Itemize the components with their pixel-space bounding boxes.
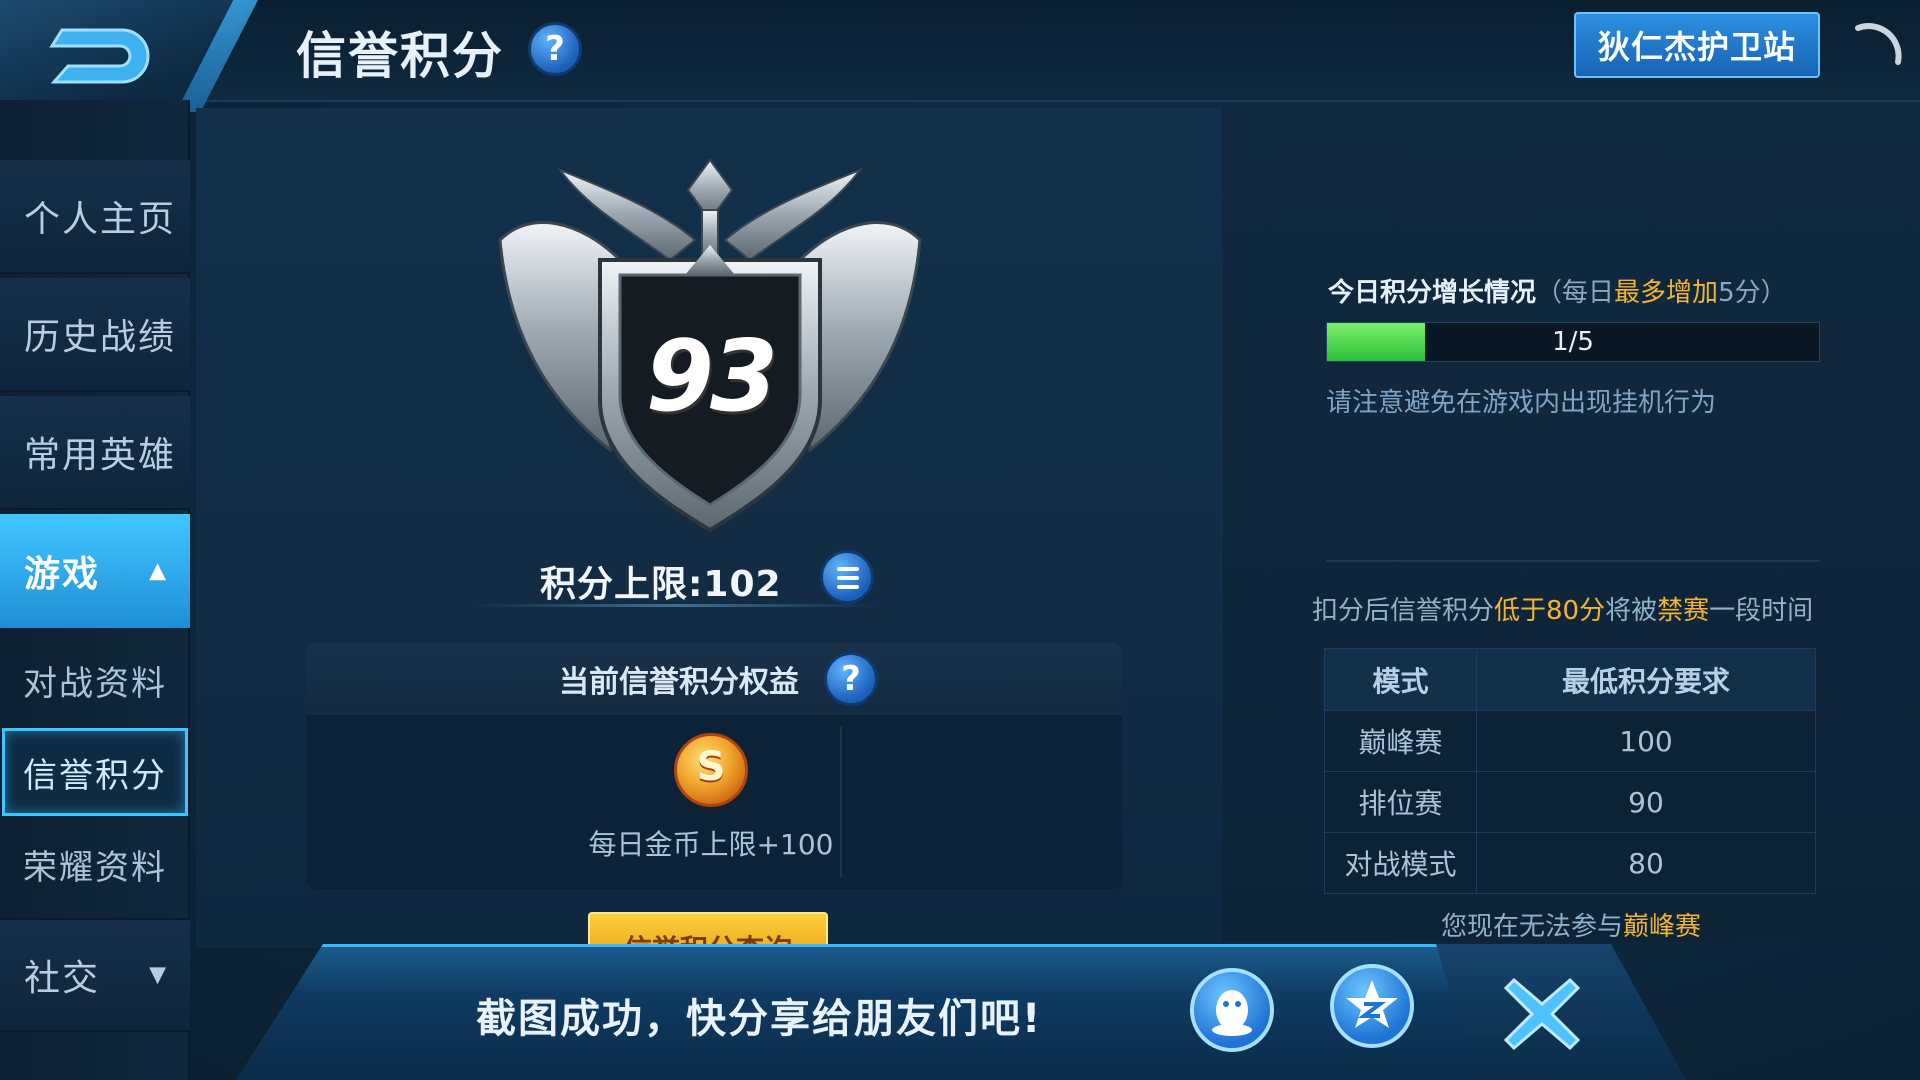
sidebar-item-label: 常用英雄	[24, 435, 177, 476]
caret-up-icon: ▲	[149, 558, 168, 584]
sidebar-item-label: 历史战绩	[24, 317, 177, 358]
today-growth-label: 今日积分增长情况	[1328, 278, 1537, 308]
guard-station-button[interactable]: 狄仁杰护卫站	[1574, 12, 1820, 78]
sidebar-item-history[interactable]: 历史战绩	[0, 278, 190, 392]
notice-pre: 您现在无法参与	[1440, 912, 1623, 942]
sidebar-item-label: 游戏	[24, 554, 101, 595]
credit-score-value: 93	[645, 320, 778, 434]
benefit-item-text: 每日金币上限+100	[588, 828, 834, 861]
help-icon[interactable]: ?	[528, 22, 582, 76]
table-row: 巅峰赛 100	[1324, 710, 1816, 772]
loading-spinner-icon	[1855, 23, 1902, 65]
sidebar-subitem-battle-data[interactable]: 对战资料	[0, 636, 190, 724]
sidebar-subitem-label: 信誉积分	[23, 755, 167, 796]
deduct-ban: 禁赛	[1657, 596, 1710, 626]
afk-warning-text: 请注意避免在游戏内出现挂机行为	[1326, 388, 1717, 418]
min-score-cell: 100	[1476, 710, 1816, 772]
back-arrow-icon	[49, 28, 150, 84]
today-growth-title: 今日积分增长情况（每日最多增加5分）	[1328, 272, 1787, 309]
page-title: 信誉积分	[296, 27, 504, 85]
benefit-header-label: 当前信誉积分权益	[559, 665, 799, 700]
qq-share-button[interactable]	[1190, 968, 1274, 1052]
deduct-threshold: 低于80分	[1494, 596, 1606, 626]
sidebar-item-game[interactable]: 游戏 ▲	[0, 514, 190, 628]
share-message: 截图成功，快分享给朋友们吧!	[476, 996, 1043, 1042]
score-limit-label: 积分上限:102	[540, 564, 782, 605]
sidebar-subitem-credit-score[interactable]: 信誉积分	[2, 728, 188, 816]
caret-down-icon: ▼	[149, 962, 168, 988]
notice-mode: 巅峰赛	[1623, 912, 1702, 942]
min-score-cell: 80	[1476, 832, 1816, 894]
benefit-help-icon[interactable]: ?	[824, 652, 878, 706]
close-icon[interactable]	[1500, 970, 1584, 1054]
column-header: 模式	[1324, 648, 1477, 711]
screen: 信誉积分 ? 狄仁杰护卫站 个人主页 历史战绩 常用英雄 游戏 ▲ 对战资料 信…	[0, 0, 1920, 1080]
sidebar-item-social[interactable]: 社交 ▼	[0, 918, 190, 1032]
sidebar-subitem-label: 对战资料	[23, 663, 167, 704]
qzone-share-button[interactable]	[1330, 964, 1414, 1048]
daily-label: 每日	[1562, 278, 1615, 308]
paren-open: （	[1536, 278, 1563, 308]
sidebar-item-label: 个人主页	[24, 199, 177, 240]
qzone-icon	[1346, 980, 1398, 1028]
column-header: 最低积分要求	[1476, 648, 1816, 711]
divider	[470, 604, 880, 607]
daily-progress-bar: 1/5	[1326, 322, 1820, 362]
deduct-mid: 将被	[1605, 596, 1658, 626]
ineligible-notice: 您现在无法参与巅峰赛	[1324, 906, 1818, 943]
score-detail-list-button[interactable]	[820, 550, 874, 604]
mode-cell: 巅峰赛	[1324, 710, 1477, 772]
qq-icon	[1212, 990, 1252, 1036]
sidebar-item-heroes[interactable]: 常用英雄	[0, 396, 190, 510]
mode-requirement-table: 模式 最低积分要求 巅峰赛 100 排位赛 90 对战模式 80	[1324, 648, 1816, 894]
table-header-row: 模式 最低积分要求	[1324, 648, 1816, 711]
sidebar-subitem-label: 荣耀资料	[23, 847, 167, 888]
sidebar-item-label: 社交	[24, 958, 101, 999]
benefit-box: 当前信誉积分权益 ? S 每日金币上限+100	[306, 643, 1122, 889]
benefit-header: 当前信誉积分权益	[306, 643, 1122, 715]
mode-cell: 排位赛	[1324, 771, 1477, 833]
max-points-label: 5分	[1718, 278, 1761, 308]
gold-coin-icon: S	[674, 733, 748, 807]
deduct-rule-text: 扣分后信誉积分低于80分将被禁赛一段时间	[1312, 590, 1813, 627]
deduct-pre: 扣分后信誉积分	[1312, 596, 1495, 626]
table-row: 排位赛 90	[1324, 771, 1816, 833]
sidebar-subitem-glory-data[interactable]: 荣耀资料	[0, 820, 190, 908]
progress-text: 1/5	[1552, 327, 1594, 357]
min-score-cell: 90	[1476, 771, 1816, 833]
paren-close: ）	[1760, 278, 1787, 308]
table-row: 对战模式 80	[1324, 832, 1816, 894]
mode-cell: 对战模式	[1324, 832, 1477, 894]
deduct-post: 一段时间	[1709, 596, 1814, 626]
sidebar-item-profile[interactable]: 个人主页	[0, 160, 190, 274]
max-increase-label: 最多增加	[1614, 278, 1719, 308]
divider	[1326, 560, 1820, 562]
